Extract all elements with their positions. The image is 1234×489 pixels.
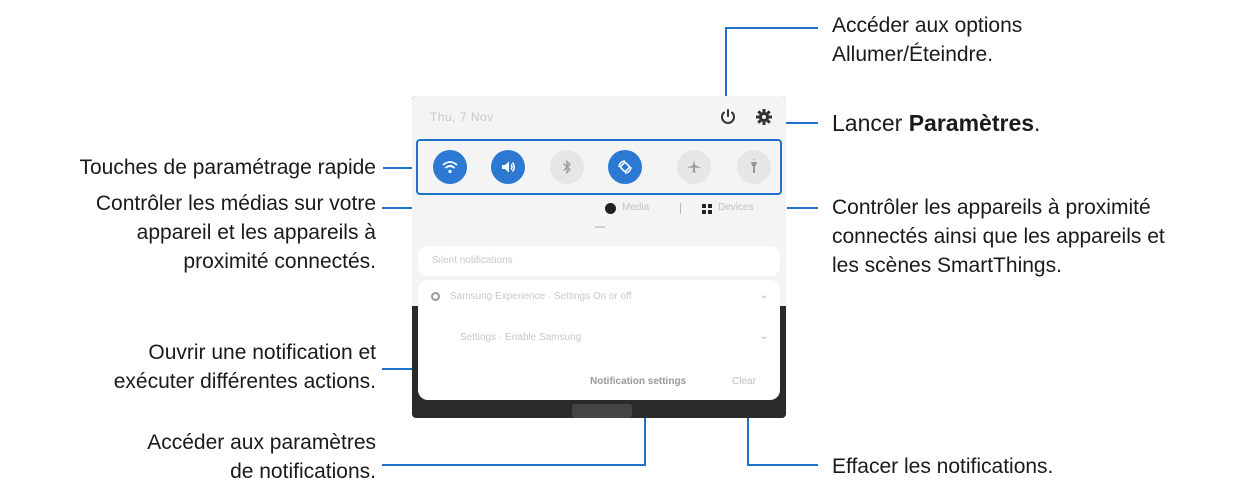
notification-settings-callout: Accéder aux paramètres de notifications. xyxy=(147,428,376,486)
quick-settings-buttons xyxy=(416,139,782,195)
wifi-button[interactable] xyxy=(433,150,467,184)
settings-callout-prefix: Lancer xyxy=(832,110,909,136)
silent-notifications-card[interactable]: Silent notifications xyxy=(418,246,780,276)
sound-button[interactable] xyxy=(491,150,525,184)
notification-callout-line1: Ouvrir une notification et xyxy=(148,341,376,364)
media-callout-line3: proximité connectés. xyxy=(183,250,376,273)
notification-settings-button[interactable]: Notification settings xyxy=(590,376,686,387)
devices-callout-line2: connectés ainsi que les appareils et xyxy=(832,225,1165,248)
gear-icon[interactable] xyxy=(755,108,773,126)
power-callout: Accéder aux options Allumer/Éteindre. xyxy=(832,11,1022,69)
devices-grid-icon xyxy=(702,204,712,214)
divider xyxy=(680,203,681,214)
airplane-icon xyxy=(687,160,701,173)
app-icon xyxy=(431,292,440,301)
power-icon[interactable] xyxy=(719,108,737,126)
card-title: Silent notifications xyxy=(432,255,513,266)
devices-callout: Contrôler les appareils à proximité conn… xyxy=(832,193,1165,280)
media-callout-line1: Contrôler les médias sur votre xyxy=(95,192,376,215)
flashlight-button[interactable] xyxy=(737,150,771,184)
settings-callout-bold: Paramètres xyxy=(908,110,1035,136)
drag-handle[interactable] xyxy=(595,226,605,228)
quick-panel-screenshot: Thu, 7 Nov Media Devices Silent notifica… xyxy=(412,96,786,418)
media-callout: Contrôler les médias sur votre appareil … xyxy=(96,189,376,276)
bluetooth-button[interactable] xyxy=(550,150,584,184)
power-callout-line1: Accéder aux options xyxy=(832,14,1023,37)
power-line xyxy=(725,27,818,106)
notif-settings-callout-line2: de notifications. xyxy=(230,460,376,483)
navigation-bar xyxy=(572,404,632,418)
notification-line-2: Settings · Enable Samsung xyxy=(460,332,582,343)
media-button[interactable]: Media xyxy=(622,202,649,213)
settings-callout: Lancer Paramètres. xyxy=(832,109,1040,138)
notif-settings-callout-line1: Accéder aux paramètres xyxy=(147,431,376,454)
settings-callout-suffix: . xyxy=(1034,110,1041,136)
airplane-button[interactable] xyxy=(677,150,711,184)
power-callout-line2: Allumer/Éteindre. xyxy=(832,43,994,66)
speaker-icon xyxy=(502,161,515,173)
devices-button[interactable]: Devices xyxy=(718,202,754,213)
media-callout-line2: appareil et les appareils à xyxy=(136,221,376,244)
notification-line-1: Samsung Experience · Settings On or off xyxy=(450,291,632,302)
chevron-down-icon[interactable]: ⌄ xyxy=(760,290,768,301)
notification-callout: Ouvrir une notification et exécuter diff… xyxy=(114,338,376,396)
rotate-icon xyxy=(618,160,632,174)
devices-callout-line1: Contrôler les appareils à proximité xyxy=(832,196,1151,219)
media-devices-row: Media Devices xyxy=(412,197,786,221)
wifi-icon xyxy=(442,161,458,174)
chevron-down-icon[interactable]: ⌄ xyxy=(760,331,768,342)
date-text: Thu, 7 Nov xyxy=(430,110,494,124)
auto-rotate-button[interactable] xyxy=(608,150,642,184)
clear-callout: Effacer les notifications. xyxy=(832,455,1054,478)
clear-button[interactable]: Clear xyxy=(732,376,756,387)
quick-settings-callout: Touches de paramétrage rapide xyxy=(79,156,376,179)
bluetooth-icon xyxy=(563,159,571,175)
flashlight-icon xyxy=(751,159,757,173)
notification-callout-line2: exécuter différentes actions. xyxy=(113,370,376,393)
devices-callout-line3: les scènes SmartThings. xyxy=(832,254,1062,277)
play-icon xyxy=(605,203,616,214)
